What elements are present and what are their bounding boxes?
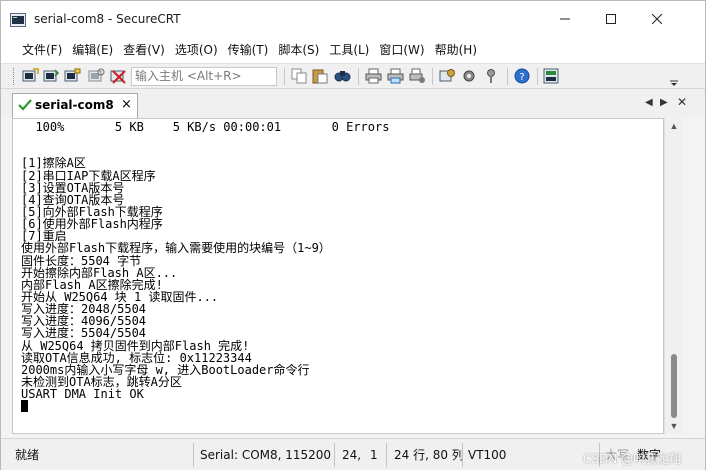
- status-divider: [462, 443, 463, 467]
- toolbar-overflow-icon[interactable]: [670, 80, 678, 86]
- toolbar-separator: [284, 68, 285, 85]
- terminal-line: [6]使用外部Flash内程序: [21, 217, 163, 232]
- print-setup-icon[interactable]: [409, 68, 426, 84]
- terminal-output: 100% 5 KB 5 KB/s 00:00:01 0 Errors [1]擦除A…: [21, 120, 390, 413]
- status-connection: Serial: COM8, 115200: [200, 448, 332, 462]
- tab-serial-com8[interactable]: serial-com8 ×: [12, 93, 138, 118]
- menu-window[interactable]: 窗口(W): [374, 37, 429, 63]
- title-bar: serial-com8 - SecureCRT: [1, 1, 705, 37]
- menu-help[interactable]: 帮助(H): [430, 37, 482, 63]
- status-col: 1: [370, 448, 378, 462]
- toolbar-separator: [358, 68, 359, 85]
- toolbar-separator: [432, 68, 433, 85]
- paste-icon[interactable]: [312, 68, 329, 84]
- connected-check-icon: [18, 99, 32, 111]
- watermark: CSDN @叫我龙翔: [583, 452, 682, 466]
- global-options-icon[interactable]: [461, 68, 478, 84]
- toolbar-grip[interactable]: [13, 68, 16, 85]
- menu-tools[interactable]: 工具(L): [324, 37, 374, 63]
- tab-bar: serial-com8 × ◀ ▶ ✕: [1, 89, 705, 118]
- maximize-button[interactable]: [588, 1, 634, 37]
- find-icon[interactable]: [334, 68, 351, 84]
- window-title: serial-com8 - SecureCRT: [34, 12, 181, 26]
- help-icon[interactable]: ?: [514, 68, 531, 84]
- terminal-cursor: [21, 400, 28, 413]
- terminal-scrollbar[interactable]: ▲ ▼: [664, 118, 682, 434]
- terminal-line: [21, 400, 389, 413]
- tab-list-close-icon[interactable]: ✕: [677, 95, 687, 109]
- status-divider: [334, 443, 335, 467]
- copy-icon[interactable]: [291, 68, 308, 84]
- toolbar: 输入主机 <Alt+R> ?: [1, 63, 705, 89]
- close-button[interactable]: [634, 1, 680, 37]
- menu-file[interactable]: 文件(F): [17, 37, 67, 63]
- tab-close-icon[interactable]: ×: [121, 97, 132, 112]
- svg-text:?: ?: [519, 72, 524, 83]
- menu-script[interactable]: 脚本(S): [273, 37, 324, 63]
- minimize-icon: [560, 18, 570, 20]
- terminal-line: USART DMA Init OK: [21, 387, 144, 402]
- toolbar-separator: [537, 68, 538, 85]
- menu-transfer[interactable]: 传输(T): [223, 37, 274, 63]
- terminal-line: 开始擦除内部Flash A区...: [21, 265, 178, 280]
- keymap-icon[interactable]: [483, 68, 500, 84]
- maximize-icon: [606, 14, 616, 24]
- status-divider: [386, 443, 387, 467]
- scroll-thumb[interactable]: [671, 354, 677, 418]
- scroll-up-icon[interactable]: ▲: [665, 121, 683, 131]
- tab-scroll-left-icon[interactable]: ◀: [645, 97, 653, 108]
- terminal-line: 使用外部Flash下载程序，输入需要使用的块编号（1~9）: [21, 241, 331, 256]
- connect-tab-icon[interactable]: [64, 68, 81, 84]
- securecrt-window: serial-com8 - SecureCRT 文件(F) 编辑(E) 查看(V…: [0, 0, 706, 470]
- terminal-line: 读取OTA信息成功, 标志位: 0x11223344: [21, 350, 252, 365]
- terminal-line: [2]串口IAP下载A区程序: [21, 168, 156, 183]
- menu-bar: 文件(F) 编辑(E) 查看(V) 选项(O) 传输(T) 脚本(S) 工具(L…: [1, 37, 705, 63]
- menu-options[interactable]: 选项(O): [170, 37, 223, 63]
- terminal-line: 从 W25Q64 拷贝固件到内部Flash 完成!: [21, 338, 250, 353]
- terminal-view[interactable]: 100% 5 KB 5 KB/s 00:00:01 0 Errors [1]擦除A…: [12, 118, 664, 434]
- reconnect-icon[interactable]: [88, 68, 105, 84]
- minimize-button[interactable]: [542, 1, 588, 37]
- menu-edit[interactable]: 编辑(E): [67, 37, 118, 63]
- status-divider: [193, 443, 194, 467]
- tab-label: serial-com8: [35, 98, 114, 112]
- tab-scroll-right-icon[interactable]: ▶: [660, 97, 668, 108]
- session-options-icon[interactable]: [439, 68, 456, 84]
- host-input[interactable]: 输入主机 <Alt+R>: [131, 67, 277, 86]
- menu-view[interactable]: 查看(V): [118, 37, 170, 63]
- status-terminal-type: VT100: [468, 448, 507, 462]
- close-icon: [652, 14, 662, 24]
- connect-icon[interactable]: [22, 68, 39, 84]
- app-icon: [10, 13, 26, 27]
- status-ready: 就绪: [15, 448, 40, 462]
- disconnect-icon[interactable]: [110, 68, 127, 84]
- status-size: 24 行, 80 列: [394, 448, 464, 462]
- terminal-line: 固件长度：5504 字节: [21, 253, 142, 268]
- sftp-icon[interactable]: [543, 68, 560, 84]
- scroll-down-icon[interactable]: ▼: [665, 421, 683, 431]
- status-row: 24,: [342, 448, 362, 462]
- print-selection-icon[interactable]: [387, 68, 404, 84]
- quick-connect-icon[interactable]: [43, 68, 60, 84]
- toolbar-separator: [507, 68, 508, 85]
- terminal-line: [1]擦除A区: [21, 156, 86, 171]
- terminal-line: 100% 5 KB 5 KB/s 00:00:01 0 Errors: [21, 120, 390, 134]
- terminal-line: 写入进度：5504/5504: [21, 326, 147, 341]
- print-icon[interactable]: [365, 68, 382, 84]
